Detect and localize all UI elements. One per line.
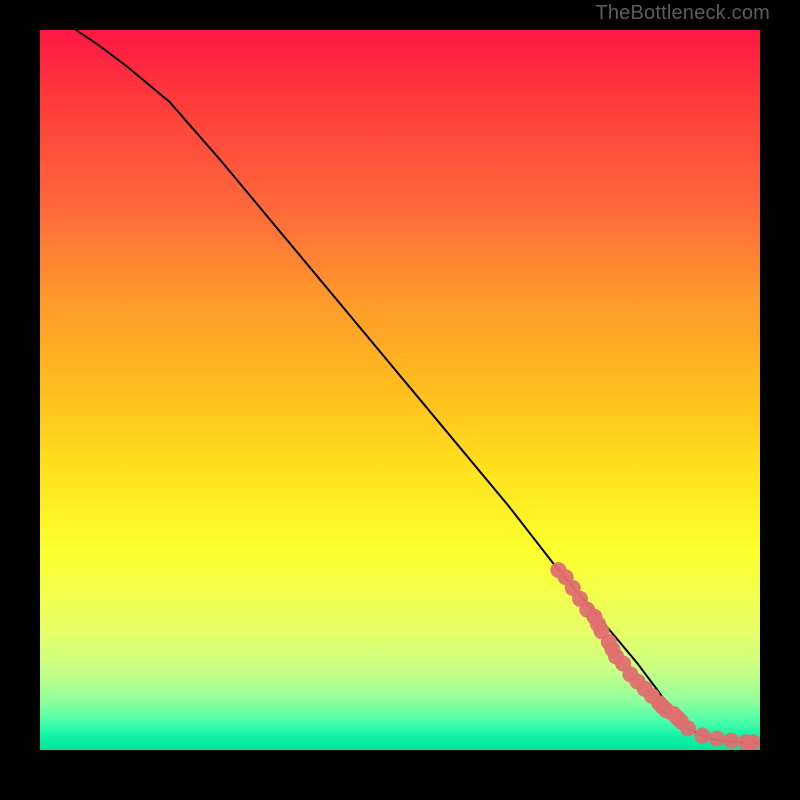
chart-container: TheBottleneck.com <box>0 0 800 800</box>
plot-background-gradient <box>40 30 760 750</box>
attribution-text: TheBottleneck.com <box>595 2 770 25</box>
